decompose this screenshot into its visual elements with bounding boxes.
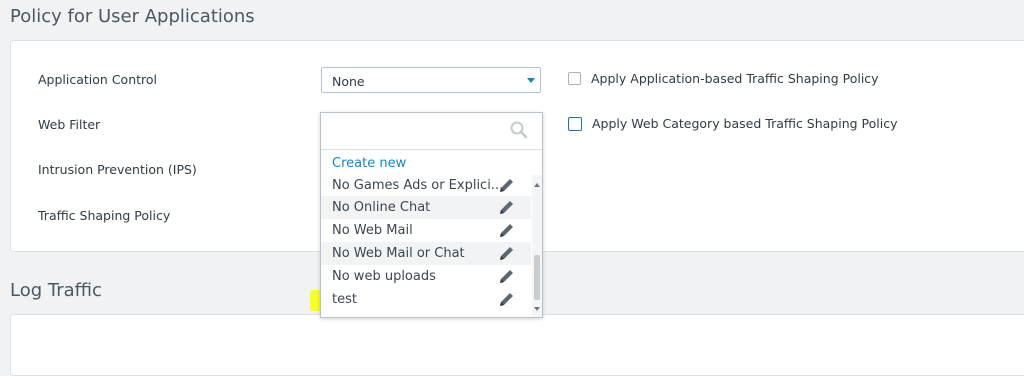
pencil-icon[interactable] bbox=[497, 245, 517, 263]
traffic-shaping-label: Traffic Shaping Policy bbox=[38, 208, 171, 223]
option-no-web-mail-or-chat[interactable]: No Web Mail or Chat bbox=[321, 242, 531, 265]
create-new-link[interactable]: Create new bbox=[332, 156, 406, 171]
option-label: No Games Ads or Explici... bbox=[332, 178, 504, 193]
option-label: No Web Mail or Chat bbox=[332, 246, 465, 261]
pencil-icon[interactable] bbox=[497, 222, 517, 240]
app-shaping-option[interactable]: Apply Application-based Traffic Shaping … bbox=[568, 71, 879, 86]
pencil-icon[interactable] bbox=[497, 177, 517, 195]
web-filter-dropdown[interactable]: Create new No Games Ads or Explici... No… bbox=[320, 112, 543, 318]
policy-section-title: Policy for User Applications bbox=[10, 6, 255, 27]
option-no-games-ads[interactable]: No Games Ads or Explici... bbox=[321, 174, 531, 197]
dropdown-scrollbar[interactable] bbox=[532, 175, 542, 317]
scroll-up-arrow-icon[interactable] bbox=[534, 183, 540, 187]
web-shaping-option[interactable]: Apply Web Category based Traffic Shaping… bbox=[568, 116, 898, 131]
web-shaping-label: Apply Web Category based Traffic Shaping… bbox=[592, 116, 898, 131]
log-section-title: Log Traffic bbox=[10, 280, 102, 301]
app-shaping-label: Apply Application-based Traffic Shaping … bbox=[591, 71, 879, 86]
option-no-online-chat[interactable]: No Online Chat bbox=[321, 196, 531, 219]
scroll-down-arrow-icon[interactable] bbox=[534, 307, 540, 311]
option-label: No Online Chat bbox=[332, 200, 431, 215]
application-control-value: None bbox=[332, 74, 365, 89]
application-control-label: Application Control bbox=[38, 72, 158, 87]
ips-label: Intrusion Prevention (IPS) bbox=[38, 162, 197, 177]
log-panel bbox=[10, 314, 1024, 376]
option-label: No Web Mail bbox=[332, 223, 413, 238]
pencil-icon[interactable] bbox=[497, 291, 517, 309]
option-test[interactable]: test bbox=[321, 288, 531, 311]
pencil-icon[interactable] bbox=[497, 268, 517, 286]
search-icon bbox=[510, 121, 528, 139]
option-label: No web uploads bbox=[332, 269, 436, 284]
web-shaping-checkbox[interactable] bbox=[568, 116, 582, 131]
app-shaping-checkbox[interactable] bbox=[568, 72, 581, 85]
option-no-web-mail[interactable]: No Web Mail bbox=[321, 219, 531, 242]
application-control-select[interactable]: None bbox=[321, 67, 541, 93]
chevron-down-icon bbox=[527, 78, 535, 83]
option-no-web-uploads[interactable]: No web uploads bbox=[321, 265, 531, 288]
option-label: test bbox=[332, 292, 357, 307]
pencil-icon[interactable] bbox=[497, 199, 517, 217]
web-filter-label: Web Filter bbox=[38, 117, 101, 132]
dropdown-search-box bbox=[321, 113, 542, 150]
scroll-thumb[interactable] bbox=[534, 255, 540, 300]
dropdown-search-input[interactable] bbox=[327, 117, 511, 145]
